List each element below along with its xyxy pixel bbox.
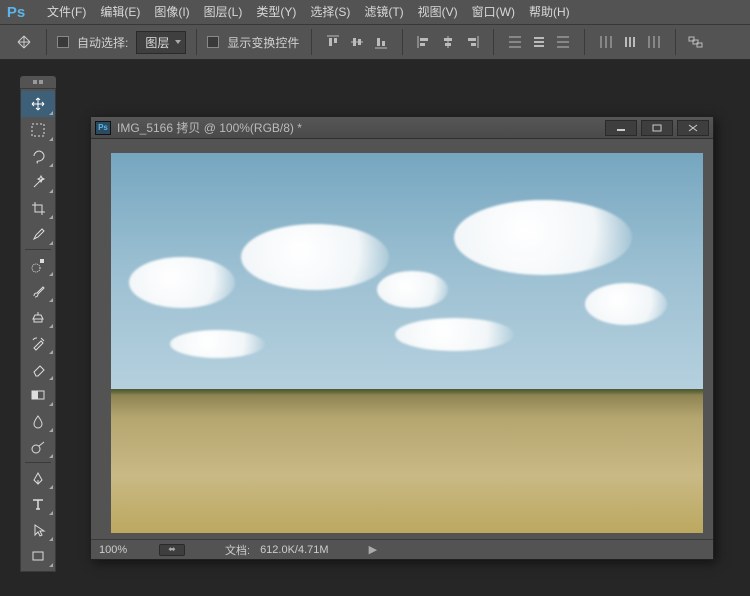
- move-tool[interactable]: [21, 91, 55, 117]
- image-ground: [111, 389, 703, 533]
- divider: [402, 29, 403, 55]
- align-bottom-button[interactable]: [370, 31, 392, 53]
- document-canvas[interactable]: [111, 153, 703, 533]
- eyedropper-tool[interactable]: [21, 221, 55, 247]
- auto-align-button[interactable]: [686, 31, 708, 53]
- brush-tool[interactable]: [21, 278, 55, 304]
- divider: [46, 29, 47, 55]
- tool-separator: [25, 462, 51, 463]
- dist-hcenter-button[interactable]: [619, 31, 641, 53]
- path-selection-tool[interactable]: [21, 517, 55, 543]
- rectangle-tool[interactable]: [21, 543, 55, 569]
- align-group-1: [322, 31, 392, 53]
- divider: [584, 29, 585, 55]
- canvas-image: [111, 153, 703, 533]
- layer-group-select[interactable]: 图层: [136, 31, 186, 54]
- menu-help[interactable]: 帮助(H): [522, 0, 577, 24]
- tool-separator: [25, 249, 51, 250]
- dist-right-button[interactable]: [643, 31, 665, 53]
- dist-bottom-button[interactable]: [552, 31, 574, 53]
- menu-layer[interactable]: 图层(L): [197, 0, 250, 24]
- document-window: Ps IMG_5166 拷贝 @ 100%(RGB/8) * 100% ⬌ 文档…: [90, 116, 714, 560]
- align-left-button[interactable]: [413, 31, 435, 53]
- doc-size-value: 612.0K/4.71M: [260, 544, 329, 556]
- image-sky: [111, 153, 703, 389]
- menu-select[interactable]: 选择(S): [303, 0, 357, 24]
- doc-size-label: 文档:: [225, 542, 250, 558]
- menu-image[interactable]: 图像(I): [147, 0, 196, 24]
- maximize-button[interactable]: [641, 120, 673, 136]
- menu-file[interactable]: 文件(F): [40, 0, 93, 24]
- dist-top-button[interactable]: [504, 31, 526, 53]
- options-bar: 自动选择: 图层 显示变换控件: [0, 24, 750, 60]
- document-title: IMG_5166 拷贝 @ 100%(RGB/8) *: [117, 119, 601, 136]
- menu-type[interactable]: 类型(Y): [249, 0, 303, 24]
- clone-stamp-tool[interactable]: [21, 304, 55, 330]
- align-top-button[interactable]: [322, 31, 344, 53]
- app-logo: Ps: [4, 3, 28, 21]
- tools-panel-tab[interactable]: [20, 76, 56, 88]
- zoom-value[interactable]: 100%: [99, 544, 149, 556]
- distribute-group-2: [595, 31, 665, 53]
- align-vcenter-button[interactable]: [346, 31, 368, 53]
- dist-vcenter-button[interactable]: [528, 31, 550, 53]
- align-hcenter-button[interactable]: [437, 31, 459, 53]
- align-right-button[interactable]: [461, 31, 483, 53]
- divider: [311, 29, 312, 55]
- document-titlebar[interactable]: Ps IMG_5166 拷贝 @ 100%(RGB/8) *: [91, 117, 713, 139]
- type-tool[interactable]: [21, 491, 55, 517]
- close-button[interactable]: [677, 120, 709, 136]
- gradient-tool[interactable]: [21, 382, 55, 408]
- minimize-button[interactable]: [605, 120, 637, 136]
- spot-healing-tool[interactable]: [21, 252, 55, 278]
- document-statusbar: 100% ⬌ 文档: 612.0K/4.71M ▶: [91, 539, 713, 559]
- history-brush-tool[interactable]: [21, 330, 55, 356]
- divider: [493, 29, 494, 55]
- crop-tool[interactable]: [21, 195, 55, 221]
- marquee-tool[interactable]: [21, 117, 55, 143]
- auto-select-checkbox[interactable]: [57, 36, 69, 48]
- dist-left-button[interactable]: [595, 31, 617, 53]
- menubar: Ps 文件(F) 编辑(E) 图像(I) 图层(L) 类型(Y) 选择(S) 滤…: [0, 0, 750, 24]
- eraser-tool[interactable]: [21, 356, 55, 382]
- lasso-tool[interactable]: [21, 143, 55, 169]
- divider: [675, 29, 676, 55]
- show-transform-checkbox[interactable]: [207, 36, 219, 48]
- move-tool-icon: [12, 32, 36, 52]
- status-link-icon[interactable]: ⬌: [159, 544, 185, 556]
- align-group-2: [413, 31, 483, 53]
- show-transform-label: 显示变换控件: [225, 34, 301, 51]
- distribute-group-1: [504, 31, 574, 53]
- magic-wand-tool[interactable]: [21, 169, 55, 195]
- divider: [196, 29, 197, 55]
- dodge-tool[interactable]: [21, 434, 55, 460]
- menu-view[interactable]: 视图(V): [411, 0, 465, 24]
- pen-tool[interactable]: [21, 465, 55, 491]
- tools-panel: [20, 88, 56, 572]
- status-menu-arrow[interactable]: ▶: [369, 543, 377, 556]
- menu-edit[interactable]: 编辑(E): [93, 0, 147, 24]
- ps-doc-icon: Ps: [95, 121, 111, 135]
- menu-window[interactable]: 窗口(W): [465, 0, 522, 24]
- menu-filter[interactable]: 滤镜(T): [357, 0, 410, 24]
- blur-tool[interactable]: [21, 408, 55, 434]
- auto-select-label: 自动选择:: [75, 34, 130, 51]
